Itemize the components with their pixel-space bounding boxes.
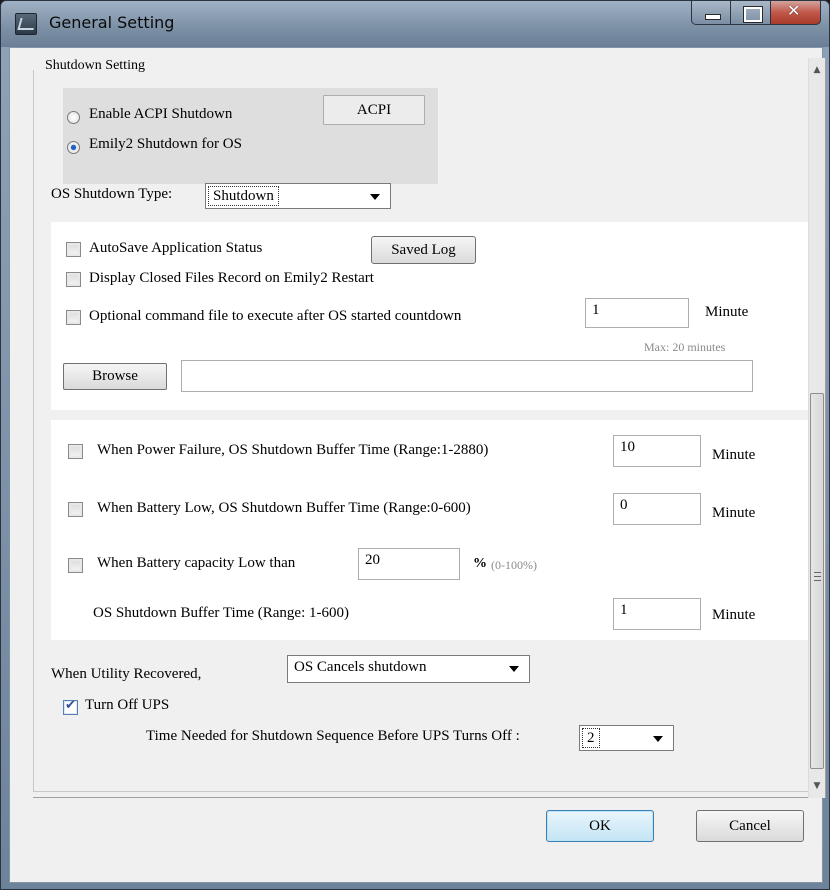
power-failure-input[interactable]: 10: [613, 435, 701, 467]
battery-capacity-label: When Battery capacity Low than: [97, 555, 296, 571]
countdown-value: 1: [592, 302, 600, 318]
enable-acpi-label[interactable]: Enable ACPI Shutdown: [89, 106, 232, 123]
percent-symbol: %: [473, 556, 487, 571]
turn-off-ups-checkbox[interactable]: [63, 698, 78, 715]
shutdown-sequence-value: 2: [582, 728, 600, 748]
general-setting-window: General Setting Shutdown Setting Enable …: [0, 0, 830, 890]
optional-command-label: Optional command file to execute after O…: [89, 308, 462, 324]
maximize-button[interactable]: [731, 1, 771, 25]
utility-recovered-label: When Utility Recovered,: [51, 666, 202, 682]
os-buffer-time-label: OS Shutdown Buffer Time (Range: 1-600): [93, 605, 349, 621]
os-buffer-time-unit: Minute: [712, 607, 756, 623]
shutdown-sequence-select[interactable]: 2: [579, 725, 674, 751]
scroll-up-arrow-icon[interactable]: ▲: [811, 64, 823, 76]
countdown-unit: Minute: [705, 304, 749, 320]
emily2-shutdown-label[interactable]: Emily2 Shutdown for OS: [89, 136, 242, 153]
title-bar[interactable]: General Setting: [1, 1, 829, 47]
battery-low-checkbox[interactable]: [68, 502, 83, 517]
percent-range-hint: (0-100%): [491, 558, 537, 572]
autosave-checkbox[interactable]: [66, 242, 81, 257]
group-title: Shutdown Setting: [43, 58, 147, 74]
chevron-down-icon: [370, 194, 380, 200]
ok-button[interactable]: OK: [546, 810, 654, 842]
grip-icon: [814, 572, 821, 581]
battery-capacity-value: 20: [365, 552, 380, 568]
display-closed-files-checkbox[interactable]: [66, 272, 81, 287]
battery-capacity-input[interactable]: 20: [358, 548, 460, 580]
emily2-shutdown-radio[interactable]: [67, 141, 80, 154]
power-failure-label: When Power Failure, OS Shutdown Buffer T…: [97, 442, 489, 458]
power-failure-unit: Minute: [712, 447, 756, 463]
power-failure-value: 10: [620, 439, 635, 455]
enable-acpi-radio[interactable]: [67, 111, 80, 124]
os-buffer-time-value: 1: [620, 602, 628, 618]
scrollbar-thumb[interactable]: [810, 393, 824, 769]
battery-low-input[interactable]: 0: [613, 493, 701, 525]
app-icon: [15, 13, 37, 35]
os-shutdown-type-value: Shutdown: [208, 186, 279, 206]
battery-low-label: When Battery Low, OS Shutdown Buffer Tim…: [97, 500, 471, 516]
display-closed-files-label: Display Closed Files Record on Emily2 Re…: [89, 270, 374, 286]
window-controls: [691, 1, 821, 25]
window-title: General Setting: [49, 13, 175, 32]
countdown-input[interactable]: 1: [585, 298, 689, 328]
utility-recovered-value: OS Cancels shutdown: [294, 659, 427, 675]
turn-off-ups-label: Turn Off UPS: [85, 697, 170, 713]
chevron-down-icon: [653, 736, 663, 742]
cancel-button[interactable]: Cancel: [696, 810, 804, 842]
minimize-button[interactable]: [691, 1, 731, 25]
os-buffer-time-input[interactable]: 1: [613, 598, 701, 630]
autosave-label: AutoSave Application Status: [89, 240, 263, 256]
max-minutes-hint: Max: 20 minutes: [644, 340, 726, 354]
settings-scroll-area[interactable]: Shutdown Setting Enable ACPI Shutdown AC…: [33, 58, 826, 798]
shutdown-sequence-label: Time Needed for Shutdown Sequence Before…: [146, 728, 520, 744]
browse-button[interactable]: Browse: [63, 363, 167, 390]
optional-command-checkbox[interactable]: [66, 310, 81, 325]
command-file-path-input[interactable]: [181, 360, 753, 392]
utility-recovered-select[interactable]: OS Cancels shutdown: [287, 655, 530, 683]
power-failure-checkbox[interactable]: [68, 444, 83, 459]
scroll-down-arrow-icon[interactable]: ▼: [811, 780, 823, 792]
acpi-button[interactable]: ACPI: [323, 95, 425, 125]
battery-low-value: 0: [620, 497, 628, 513]
saved-log-button[interactable]: Saved Log: [371, 236, 476, 264]
battery-low-unit: Minute: [712, 505, 756, 521]
close-button[interactable]: [771, 1, 821, 25]
battery-capacity-checkbox[interactable]: [68, 558, 83, 573]
vertical-scrollbar[interactable]: ▲ ▼: [808, 58, 825, 798]
chevron-down-icon: [509, 666, 519, 672]
os-shutdown-type-label: OS Shutdown Type:: [51, 186, 173, 202]
os-shutdown-type-select[interactable]: Shutdown: [205, 183, 391, 209]
dialog-client-area: Shutdown Setting Enable ACPI Shutdown AC…: [9, 47, 826, 883]
